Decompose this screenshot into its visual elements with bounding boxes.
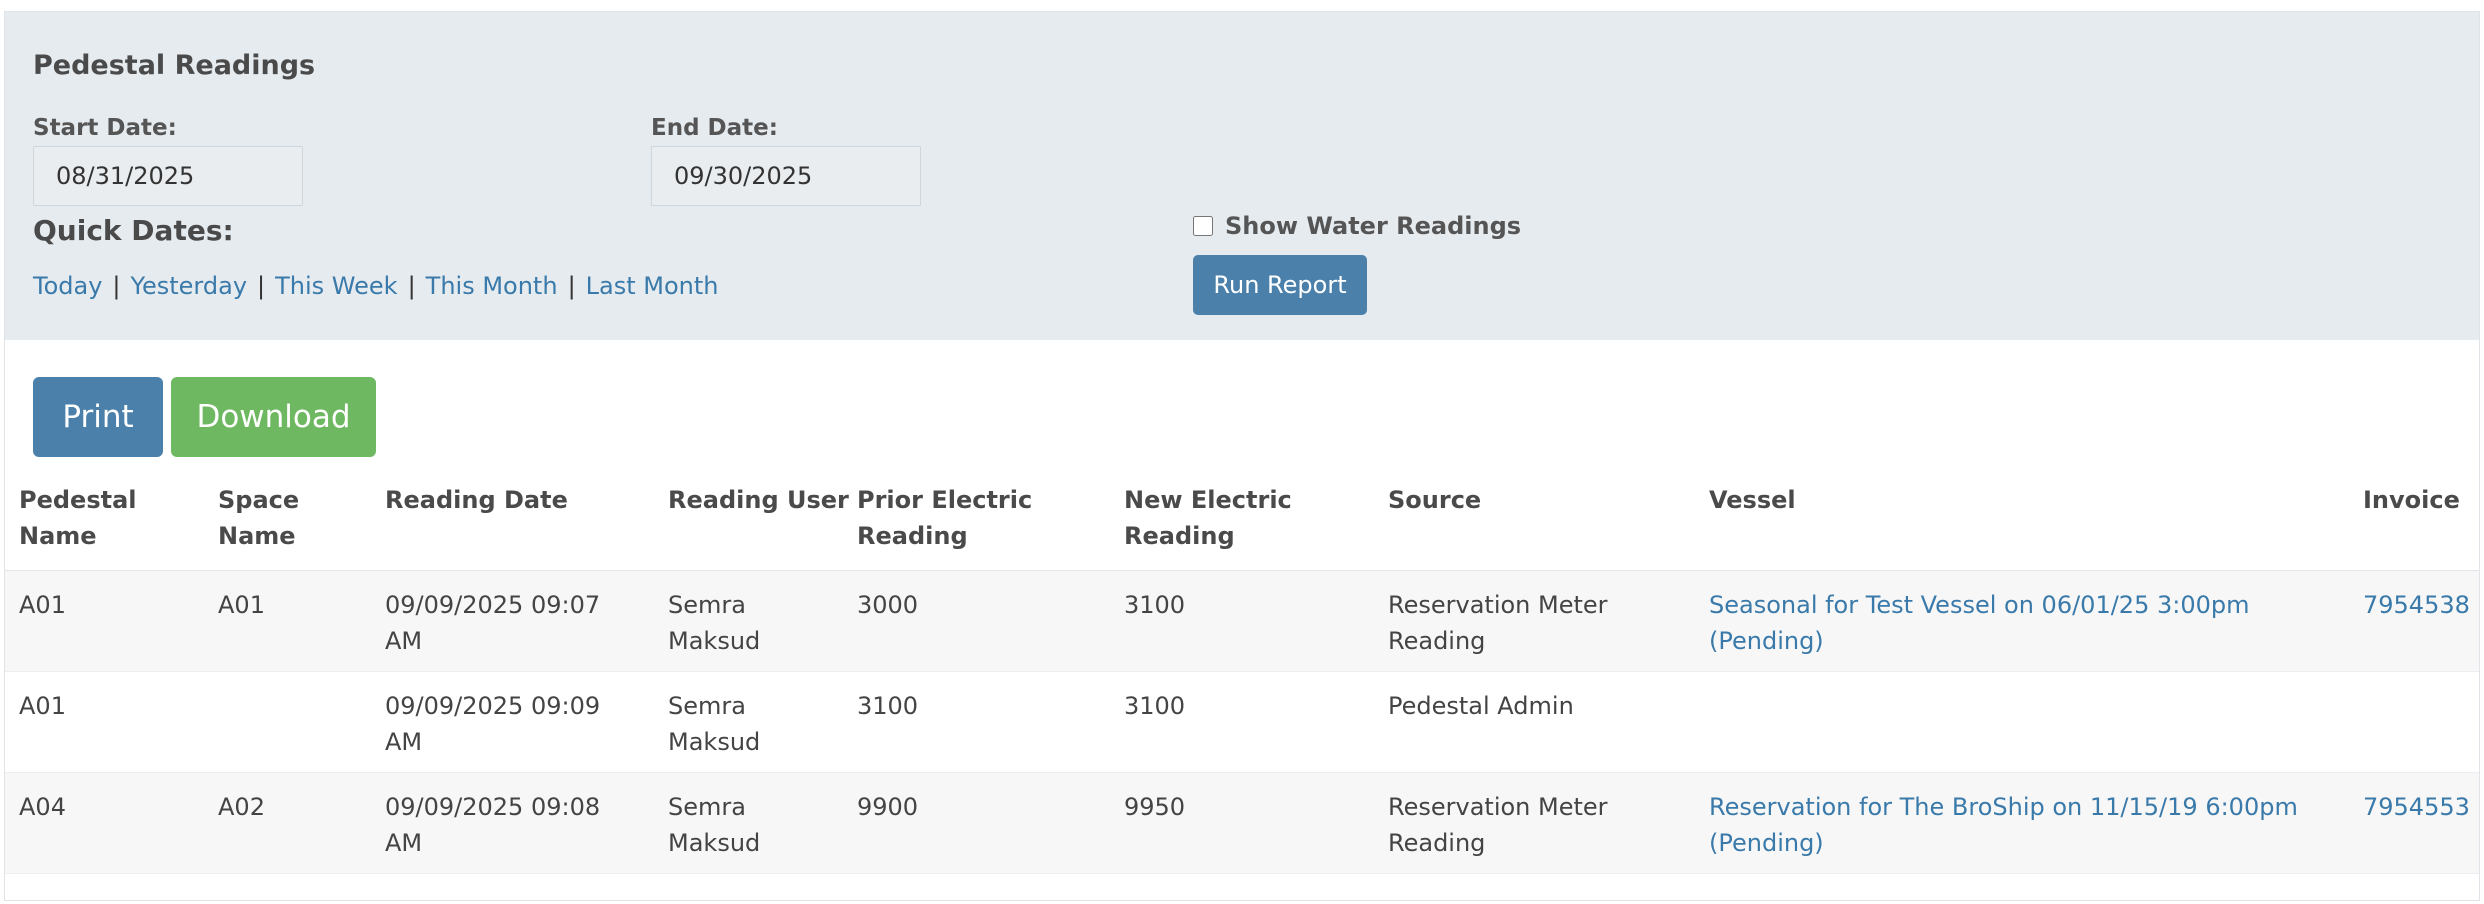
end-date-input[interactable] — [651, 146, 921, 206]
start-date-input[interactable] — [33, 146, 303, 206]
header-invoice: Invoice — [2363, 486, 2460, 514]
cell-source: Reservation Meter Reading — [1388, 591, 1608, 655]
end-date-label: End Date: — [651, 115, 778, 141]
cell-new-reading: 3100 — [1124, 692, 1186, 720]
show-water-label: Show Water Readings — [1225, 212, 1522, 240]
header-pedestal-name: Pedestal Name — [19, 486, 137, 550]
quick-date-last-month[interactable]: Last Month — [586, 272, 719, 300]
cell-prior-reading: 3100 — [857, 692, 919, 720]
download-button[interactable]: Download — [171, 377, 376, 457]
print-button[interactable]: Print — [33, 377, 163, 457]
header-vessel: Vessel — [1709, 486, 1796, 514]
header-source: Source — [1388, 486, 1482, 514]
page-title: Pedestal Readings — [33, 50, 316, 81]
link-separator: | — [257, 272, 266, 300]
quick-date-this-month[interactable]: This Month — [426, 272, 558, 300]
run-report-button[interactable]: Run Report — [1193, 255, 1367, 315]
header-reading-date: Reading Date — [385, 486, 568, 514]
cell-reading-date: 09/09/2025 09:08 AM — [385, 793, 601, 857]
vessel-link[interactable]: Seasonal for Test Vessel on 06/01/25 3:0… — [1709, 587, 2249, 659]
header-prior-electric: Prior Electric Reading — [857, 486, 1033, 550]
report-container: Pedestal Readings Start Date: End Date: … — [4, 11, 2480, 901]
cell-vessel: Seasonal for Test Vessel on 06/01/25 3:0… — [1709, 587, 2249, 659]
cell-reading-user: Semra Maksud — [668, 692, 761, 756]
cell-prior-reading: 3000 — [857, 591, 919, 619]
cell-pedestal: A01 — [19, 692, 66, 720]
quick-date-yesterday[interactable]: Yesterday — [131, 272, 248, 300]
table-row: A04 A02 09/09/2025 09:08 AM Semra Maksud 9… — [5, 773, 2479, 874]
cell-space: A02 — [218, 793, 265, 821]
cell-pedestal: A01 — [19, 591, 66, 619]
quick-dates-links: Today | Yesterday | This Week | This Month | Las… — [33, 272, 719, 300]
cell-prior-reading: 9900 — [857, 793, 919, 821]
vessel-link[interactable]: Reservation for The BroShip on 11/15/19 … — [1709, 789, 2298, 861]
table-header: Pedestal Name Space Name Reading Date Read… — [5, 472, 2479, 572]
cell-reading-date: 09/09/2025 09:09 AM — [385, 692, 601, 756]
table-row: A01 A01 09/09/2025 09:07 AM Semra Maksud 3… — [5, 571, 2479, 672]
cell-new-reading: 3100 — [1124, 591, 1186, 619]
header-reading-user: Reading User — [668, 486, 849, 514]
cell-new-reading: 9950 — [1124, 793, 1186, 821]
cell-source: Pedestal Admin — [1388, 692, 1574, 720]
cell-space: A01 — [218, 591, 265, 619]
cell-pedestal: A04 — [19, 793, 66, 821]
start-date-label: Start Date: — [33, 115, 177, 141]
cell-source: Reservation Meter Reading — [1388, 793, 1608, 857]
cell-reading-user: Semra Maksud — [668, 793, 761, 857]
header-new-electric: New Electric Reading — [1124, 486, 1292, 550]
invoice-link[interactable]: 7954553 — [2363, 793, 2470, 821]
header-space-name: Space Name — [218, 486, 300, 550]
cell-reading-date: 09/09/2025 09:07 AM — [385, 591, 601, 655]
filter-panel: Pedestal Readings Start Date: End Date: … — [5, 12, 2479, 340]
cell-invoice: 7954553 — [2363, 789, 2470, 825]
cell-reading-user: Semra Maksud — [668, 591, 761, 655]
show-water-toggle[interactable]: Show Water Readings — [1193, 212, 1521, 240]
cell-vessel: Reservation for The BroShip on 11/15/19 … — [1709, 789, 2298, 861]
quick-date-today[interactable]: Today — [33, 272, 102, 300]
quick-dates-label: Quick Dates: — [33, 214, 234, 247]
link-separator: | — [407, 272, 416, 300]
link-separator: | — [567, 272, 576, 300]
quick-date-this-week[interactable]: This Week — [275, 272, 397, 300]
table-row: A01 09/09/2025 09:09 AM Semra Maksud 3100 … — [5, 672, 2479, 773]
show-water-checkbox[interactable] — [1193, 216, 1213, 236]
invoice-link[interactable]: 7954538 — [2363, 591, 2470, 619]
link-separator: | — [112, 272, 121, 300]
cell-invoice: 7954538 — [2363, 587, 2470, 623]
